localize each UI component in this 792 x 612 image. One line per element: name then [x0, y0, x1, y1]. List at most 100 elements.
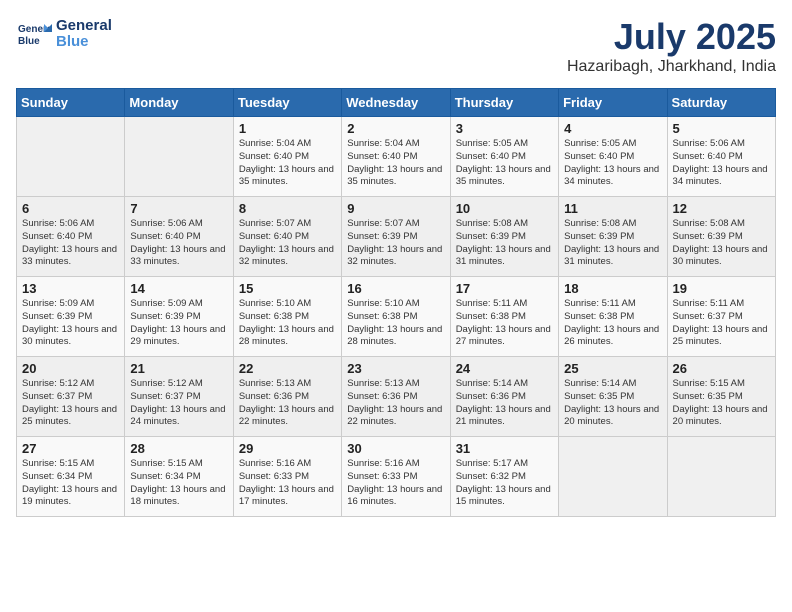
- cell-details: Sunrise: 5:16 AM Sunset: 6:33 PM Dayligh…: [347, 458, 444, 509]
- cell-details: Sunrise: 5:04 AM Sunset: 6:40 PM Dayligh…: [239, 138, 336, 189]
- cell-details: Sunrise: 5:06 AM Sunset: 6:40 PM Dayligh…: [22, 218, 119, 269]
- calendar-cell: 25 Sunrise: 5:14 AM Sunset: 6:35 PM Dayli…: [559, 357, 667, 437]
- cell-details: Sunrise: 5:14 AM Sunset: 6:35 PM Dayligh…: [564, 378, 661, 429]
- cell-details: Sunrise: 5:07 AM Sunset: 6:40 PM Dayligh…: [239, 218, 336, 269]
- day-number: 14: [130, 281, 227, 296]
- calendar-cell: 20 Sunrise: 5:12 AM Sunset: 6:37 PM Dayli…: [17, 357, 125, 437]
- cell-details: Sunrise: 5:16 AM Sunset: 6:33 PM Dayligh…: [239, 458, 336, 509]
- cell-details: Sunrise: 5:08 AM Sunset: 6:39 PM Dayligh…: [673, 218, 770, 269]
- calendar-cell: 17Sunrise: 5:11 AM Sunset: 6:38 PM Dayli…: [450, 277, 558, 357]
- calendar-cell: 11 Sunrise: 5:08 AM Sunset: 6:39 PM Dayli…: [559, 197, 667, 277]
- cell-details: Sunrise: 5:08 AM Sunset: 6:39 PM Dayligh…: [564, 218, 661, 269]
- day-number: 29: [239, 441, 336, 456]
- cell-details: Sunrise: 5:13 AM Sunset: 6:36 PM Dayligh…: [347, 378, 444, 429]
- cell-details: Sunrise: 5:11 AM Sunset: 6:37 PM Dayligh…: [673, 298, 770, 349]
- day-number: 20: [22, 361, 119, 376]
- day-number: 16: [347, 281, 444, 296]
- calendar-cell: 9 Sunrise: 5:07 AM Sunset: 6:39 PM Daylig…: [342, 197, 450, 277]
- calendar-cell: 18 Sunrise: 5:11 AM Sunset: 6:38 PM Dayli…: [559, 277, 667, 357]
- calendar-cell: 31Sunrise: 5:17 AM Sunset: 6:32 PM Dayli…: [450, 437, 558, 517]
- weekday-header-row: SundayMondayTuesdayWednesdayThursdayFrid…: [17, 89, 776, 117]
- calendar-cell: 7Sunrise: 5:06 AM Sunset: 6:40 PM Daylig…: [125, 197, 233, 277]
- calendar-cell: [667, 437, 775, 517]
- cell-details: Sunrise: 5:07 AM Sunset: 6:39 PM Dayligh…: [347, 218, 444, 269]
- cell-details: Sunrise: 5:06 AM Sunset: 6:40 PM Dayligh…: [673, 138, 770, 189]
- logo-icon: General Blue: [16, 16, 52, 52]
- calendar-week-row: 6Sunrise: 5:06 AM Sunset: 6:40 PM Daylig…: [17, 197, 776, 277]
- day-number: 11: [564, 201, 661, 216]
- calendar-cell: 8 Sunrise: 5:07 AM Sunset: 6:40 PM Daylig…: [233, 197, 341, 277]
- day-number: 3: [456, 121, 553, 136]
- cell-details: Sunrise: 5:09 AM Sunset: 6:39 PM Dayligh…: [22, 298, 119, 349]
- calendar-cell: 2 Sunrise: 5:04 AM Sunset: 6:40 PM Daylig…: [342, 117, 450, 197]
- day-number: 2: [347, 121, 444, 136]
- weekday-header: Tuesday: [233, 89, 341, 117]
- calendar-cell: 22Sunrise: 5:13 AM Sunset: 6:36 PM Dayli…: [233, 357, 341, 437]
- calendar-cell: 14Sunrise: 5:09 AM Sunset: 6:39 PM Dayli…: [125, 277, 233, 357]
- cell-details: Sunrise: 5:05 AM Sunset: 6:40 PM Dayligh…: [564, 138, 661, 189]
- day-number: 17: [456, 281, 553, 296]
- calendar-cell: 13 Sunrise: 5:09 AM Sunset: 6:39 PM Dayli…: [17, 277, 125, 357]
- calendar-cell: 16 Sunrise: 5:10 AM Sunset: 6:38 PM Dayli…: [342, 277, 450, 357]
- calendar-cell: 28 Sunrise: 5:15 AM Sunset: 6:34 PM Dayli…: [125, 437, 233, 517]
- calendar-cell: 21Sunrise: 5:12 AM Sunset: 6:37 PM Dayli…: [125, 357, 233, 437]
- day-number: 15: [239, 281, 336, 296]
- calendar-cell: 15Sunrise: 5:10 AM Sunset: 6:38 PM Dayli…: [233, 277, 341, 357]
- logo-line2: Blue: [56, 34, 112, 51]
- calendar-cell: 4 Sunrise: 5:05 AM Sunset: 6:40 PM Daylig…: [559, 117, 667, 197]
- calendar-cell: 1 Sunrise: 5:04 AM Sunset: 6:40 PM Daylig…: [233, 117, 341, 197]
- cell-details: Sunrise: 5:15 AM Sunset: 6:34 PM Dayligh…: [130, 458, 227, 509]
- calendar-cell: [125, 117, 233, 197]
- location-title: Hazaribagh, Jharkhand, India: [567, 58, 776, 76]
- calendar-cell: 23 Sunrise: 5:13 AM Sunset: 6:36 PM Dayli…: [342, 357, 450, 437]
- cell-details: Sunrise: 5:06 AM Sunset: 6:40 PM Dayligh…: [130, 218, 227, 269]
- cell-details: Sunrise: 5:12 AM Sunset: 6:37 PM Dayligh…: [22, 378, 119, 429]
- day-number: 27: [22, 441, 119, 456]
- weekday-header: Friday: [559, 89, 667, 117]
- day-number: 5: [673, 121, 770, 136]
- calendar-cell: [559, 437, 667, 517]
- day-number: 21: [130, 361, 227, 376]
- cell-details: Sunrise: 5:04 AM Sunset: 6:40 PM Dayligh…: [347, 138, 444, 189]
- calendar-week-row: 1 Sunrise: 5:04 AM Sunset: 6:40 PM Daylig…: [17, 117, 776, 197]
- day-number: 4: [564, 121, 661, 136]
- weekday-header: Saturday: [667, 89, 775, 117]
- calendar-cell: [17, 117, 125, 197]
- calendar-cell: 3Sunrise: 5:05 AM Sunset: 6:40 PM Daylig…: [450, 117, 558, 197]
- calendar-week-row: 20 Sunrise: 5:12 AM Sunset: 6:37 PM Dayli…: [17, 357, 776, 437]
- cell-details: Sunrise: 5:15 AM Sunset: 6:35 PM Dayligh…: [673, 378, 770, 429]
- calendar-cell: 29 Sunrise: 5:16 AM Sunset: 6:33 PM Dayli…: [233, 437, 341, 517]
- day-number: 25: [564, 361, 661, 376]
- cell-details: Sunrise: 5:11 AM Sunset: 6:38 PM Dayligh…: [564, 298, 661, 349]
- calendar-cell: 19 Sunrise: 5:11 AM Sunset: 6:37 PM Dayli…: [667, 277, 775, 357]
- calendar-cell: 12 Sunrise: 5:08 AM Sunset: 6:39 PM Dayli…: [667, 197, 775, 277]
- day-number: 19: [673, 281, 770, 296]
- day-number: 23: [347, 361, 444, 376]
- cell-details: Sunrise: 5:17 AM Sunset: 6:32 PM Dayligh…: [456, 458, 553, 509]
- day-number: 8: [239, 201, 336, 216]
- day-number: 28: [130, 441, 227, 456]
- calendar-table: SundayMondayTuesdayWednesdayThursdayFrid…: [16, 88, 776, 517]
- day-number: 12: [673, 201, 770, 216]
- calendar-cell: 10Sunrise: 5:08 AM Sunset: 6:39 PM Dayli…: [450, 197, 558, 277]
- calendar-week-row: 13 Sunrise: 5:09 AM Sunset: 6:39 PM Dayli…: [17, 277, 776, 357]
- calendar-cell: 6Sunrise: 5:06 AM Sunset: 6:40 PM Daylig…: [17, 197, 125, 277]
- day-number: 9: [347, 201, 444, 216]
- day-number: 26: [673, 361, 770, 376]
- day-number: 13: [22, 281, 119, 296]
- weekday-header: Thursday: [450, 89, 558, 117]
- cell-details: Sunrise: 5:10 AM Sunset: 6:38 PM Dayligh…: [347, 298, 444, 349]
- day-number: 1: [239, 121, 336, 136]
- logo: General Blue General Blue: [16, 16, 112, 52]
- day-number: 18: [564, 281, 661, 296]
- cell-details: Sunrise: 5:15 AM Sunset: 6:34 PM Dayligh…: [22, 458, 119, 509]
- calendar-cell: 24Sunrise: 5:14 AM Sunset: 6:36 PM Dayli…: [450, 357, 558, 437]
- weekday-header: Sunday: [17, 89, 125, 117]
- month-title: July 2025: [567, 16, 776, 58]
- calendar-cell: 30Sunrise: 5:16 AM Sunset: 6:33 PM Dayli…: [342, 437, 450, 517]
- calendar-cell: 27 Sunrise: 5:15 AM Sunset: 6:34 PM Dayli…: [17, 437, 125, 517]
- title-block: July 2025 Hazaribagh, Jharkhand, India: [567, 16, 776, 76]
- svg-text:Blue: Blue: [18, 36, 40, 47]
- weekday-header: Monday: [125, 89, 233, 117]
- weekday-header: Wednesday: [342, 89, 450, 117]
